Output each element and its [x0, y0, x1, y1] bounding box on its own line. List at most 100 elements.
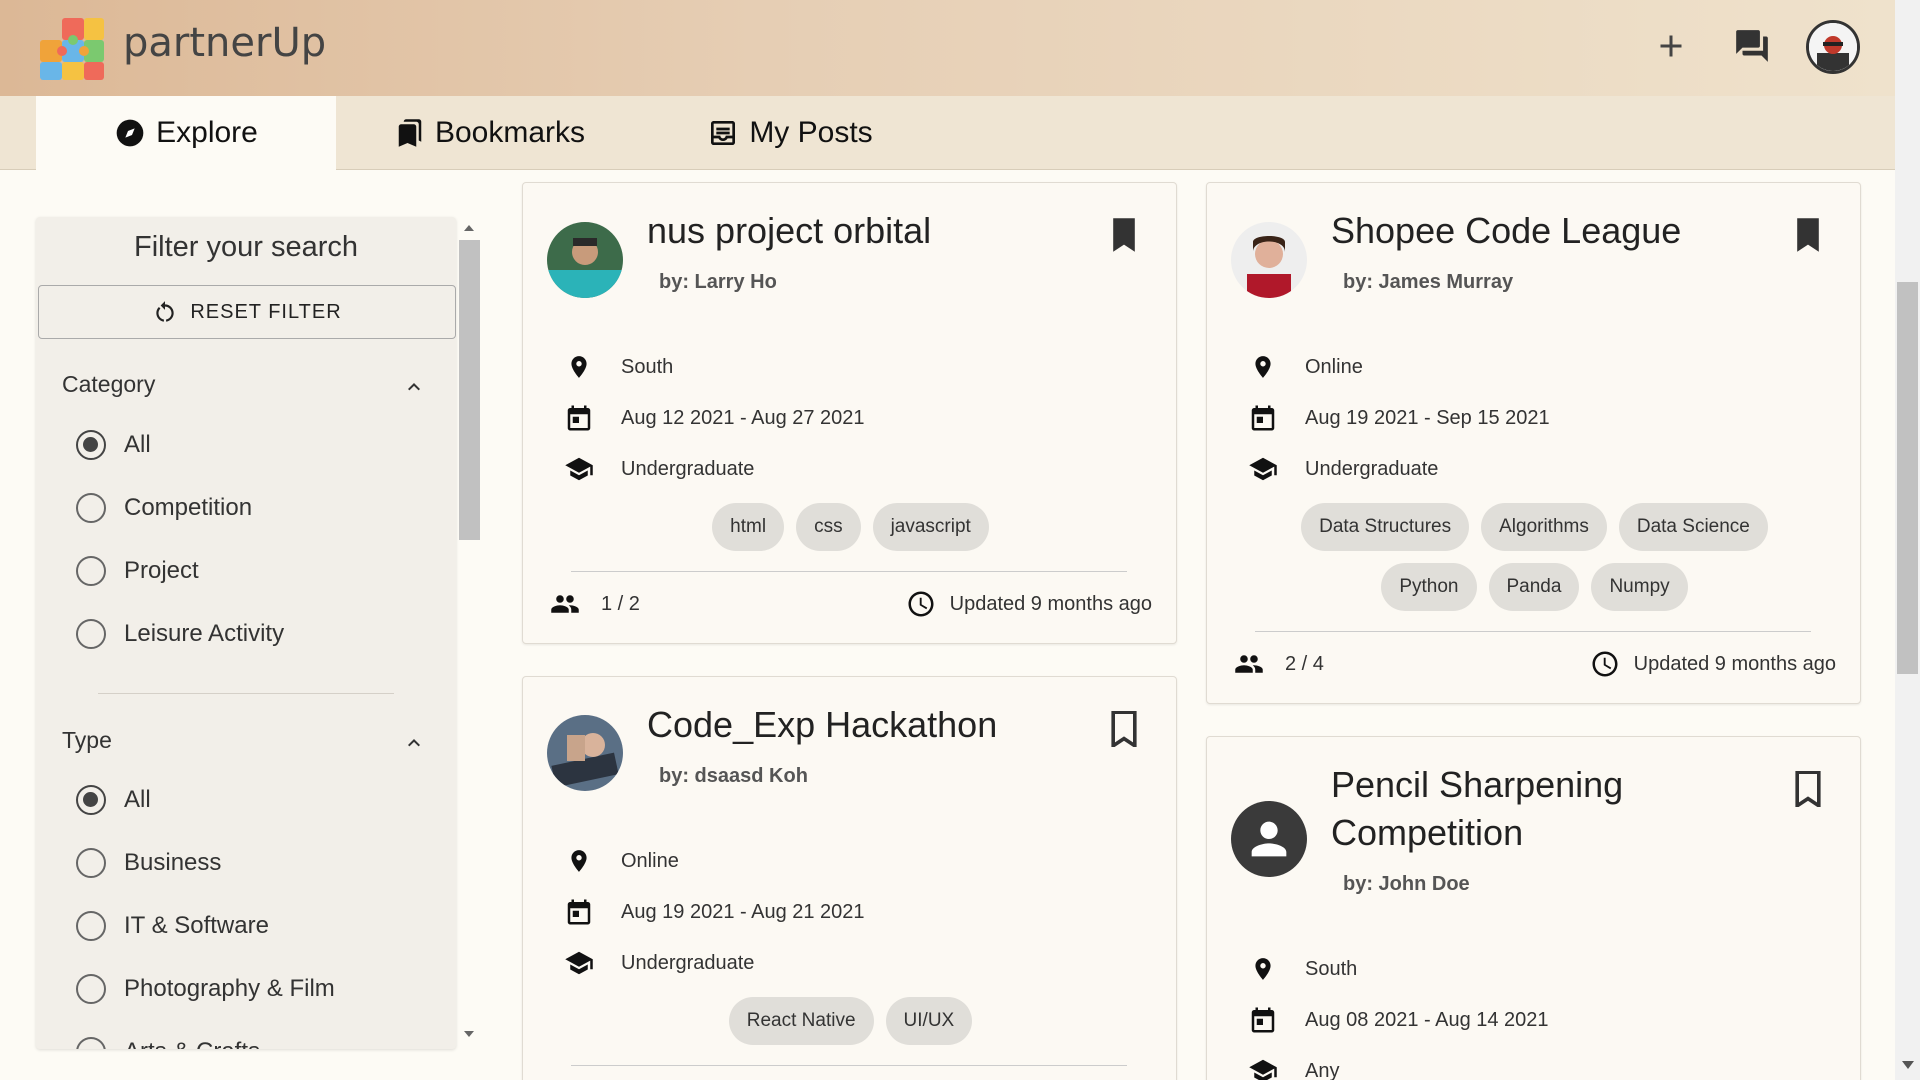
post-level: Undergraduate: [621, 457, 755, 480]
bookmarks-icon: [398, 119, 422, 147]
author-avatar[interactable]: [1231, 801, 1307, 877]
post-location-row: South: [563, 351, 673, 383]
post-members: 2 / 4: [1231, 649, 1324, 679]
type-option-all[interactable]: All: [76, 785, 151, 815]
messages-button[interactable]: [1724, 18, 1780, 74]
author-avatar[interactable]: [1231, 222, 1307, 298]
tag-chip[interactable]: Panda: [1488, 563, 1580, 611]
type-option-arts-crafts[interactable]: Arts & Crafts: [76, 1037, 260, 1049]
location-pin-icon: [571, 850, 587, 872]
tag-chip[interactable]: Numpy: [1591, 563, 1688, 611]
type-option-label: Business: [124, 849, 222, 876]
post-title[interactable]: nus project orbital: [647, 207, 931, 255]
type-option-it-software[interactable]: IT & Software: [76, 911, 269, 941]
tag-chip[interactable]: javascript: [872, 503, 989, 551]
tag-chip[interactable]: Algorithms: [1481, 503, 1607, 551]
member-count: 2 / 4: [1285, 652, 1324, 675]
tag-chip[interactable]: UI/UX: [885, 997, 973, 1045]
page-scrollbar-thumb[interactable]: [1897, 282, 1918, 674]
radio-icon[interactable]: [76, 619, 106, 649]
type-option-label: Photography & Film: [124, 975, 335, 1002]
radio-icon[interactable]: [76, 974, 106, 1004]
post-level: Any: [1305, 1059, 1340, 1080]
card-divider: [571, 1065, 1127, 1066]
chevron-up-icon[interactable]: [402, 731, 426, 755]
category-option-label: Competition: [124, 494, 253, 521]
laptop-photo-icon: [547, 715, 623, 791]
post-level-row: Undergraduate: [563, 453, 754, 485]
category-option-project[interactable]: Project: [76, 556, 199, 586]
graduation-cap-icon: [1249, 457, 1277, 481]
post-card[interactable]: Code_Exp Hackathon by: dsaasd Koh Online…: [522, 676, 1177, 1080]
filter-scrollbar-thumb[interactable]: [459, 240, 480, 540]
tag-chip[interactable]: css: [796, 503, 861, 551]
bookmark-outline-icon[interactable]: [1793, 771, 1823, 807]
graduation-cap-icon: [565, 951, 593, 975]
chevron-up-icon[interactable]: [402, 375, 426, 399]
post-dates: Aug 19 2021 - Aug 21 2021: [621, 900, 865, 923]
scroll-down-arrow-icon[interactable]: [1901, 1060, 1915, 1070]
post-card[interactable]: nus project orbital by: Larry Ho South A…: [522, 182, 1177, 644]
location-pin-icon: [571, 356, 587, 378]
location-pin-icon: [1255, 958, 1271, 980]
category-option-leisure-activity[interactable]: Leisure Activity: [76, 619, 284, 649]
navigation-tabs: Explore Bookmarks My Posts: [0, 96, 1895, 170]
tag-list: React Native UI/UX: [523, 997, 1178, 1045]
filter-panel: Filter your search RESET FILTER Category…: [36, 217, 456, 1049]
reset-filter-button[interactable]: RESET FILTER: [38, 285, 456, 339]
type-option-business[interactable]: Business: [76, 848, 221, 878]
post-card[interactable]: Pencil Sharpening Competition by: John D…: [1206, 736, 1861, 1080]
category-heading[interactable]: Category: [62, 371, 155, 398]
post-title[interactable]: Code_Exp Hackathon: [647, 701, 997, 749]
bookmark-outline-icon[interactable]: [1109, 711, 1139, 747]
app-brand-name[interactable]: partnerUp: [123, 20, 326, 66]
scroll-down-arrow-icon[interactable]: [463, 1029, 475, 1039]
reset-filter-label: RESET FILTER: [190, 300, 342, 323]
bookmark-filled-icon[interactable]: [1109, 217, 1139, 253]
clock-icon: [908, 591, 934, 617]
radio-icon[interactable]: [76, 1037, 106, 1049]
puzzle-logo-icon[interactable]: [36, 10, 110, 84]
category-option-label: Project: [124, 557, 199, 584]
people-icon: [1235, 655, 1263, 673]
create-post-button[interactable]: [1643, 18, 1699, 74]
top-app-bar: partnerUp: [0, 0, 1895, 96]
card-divider: [1255, 631, 1811, 632]
category-option-competition[interactable]: Competition: [76, 493, 252, 523]
radio-selected-icon[interactable]: [76, 785, 106, 815]
post-title[interactable]: Shopee Code League: [1331, 207, 1681, 255]
radio-icon[interactable]: [76, 493, 106, 523]
tab-explore[interactable]: Explore: [36, 96, 336, 170]
radio-selected-icon[interactable]: [76, 430, 106, 460]
post-card[interactable]: Shopee Code League by: James Murray Onli…: [1206, 182, 1861, 704]
tab-bookmarks[interactable]: Bookmarks: [380, 96, 600, 170]
calendar-icon: [1251, 405, 1275, 431]
post-dates: Aug 12 2021 - Aug 27 2021: [621, 406, 865, 429]
tag-chip[interactable]: html: [712, 503, 785, 551]
tag-chip[interactable]: Data Science: [1618, 503, 1768, 551]
member-count: 1 / 2: [601, 592, 640, 615]
type-option-label: IT & Software: [124, 912, 269, 939]
type-heading[interactable]: Type: [62, 727, 112, 754]
radio-icon[interactable]: [76, 911, 106, 941]
type-option-photography-film[interactable]: Photography & Film: [76, 974, 335, 1004]
radio-icon[interactable]: [76, 556, 106, 586]
tag-chip[interactable]: React Native: [728, 997, 874, 1045]
avatar-icon: [1809, 23, 1857, 71]
card-divider: [571, 571, 1127, 572]
post-location: Online: [1305, 355, 1363, 378]
bookmark-filled-icon[interactable]: [1793, 217, 1823, 253]
post-dates: Aug 08 2021 - Aug 14 2021: [1305, 1008, 1549, 1031]
tab-my-posts[interactable]: My Posts: [700, 96, 880, 170]
tag-chip[interactable]: Data Structures: [1301, 503, 1470, 551]
post-title[interactable]: Pencil Sharpening Competition: [1331, 761, 1771, 857]
category-option-all[interactable]: All: [76, 430, 151, 460]
user-avatar-button[interactable]: [1806, 20, 1860, 74]
calendar-icon: [567, 405, 591, 431]
radio-icon[interactable]: [76, 848, 106, 878]
scroll-up-arrow-icon[interactable]: [463, 223, 475, 233]
author-avatar[interactable]: [547, 222, 623, 298]
post-updated: Updated 9 months ago: [906, 589, 1152, 619]
author-avatar[interactable]: [547, 715, 623, 791]
tag-chip[interactable]: Python: [1381, 563, 1477, 611]
